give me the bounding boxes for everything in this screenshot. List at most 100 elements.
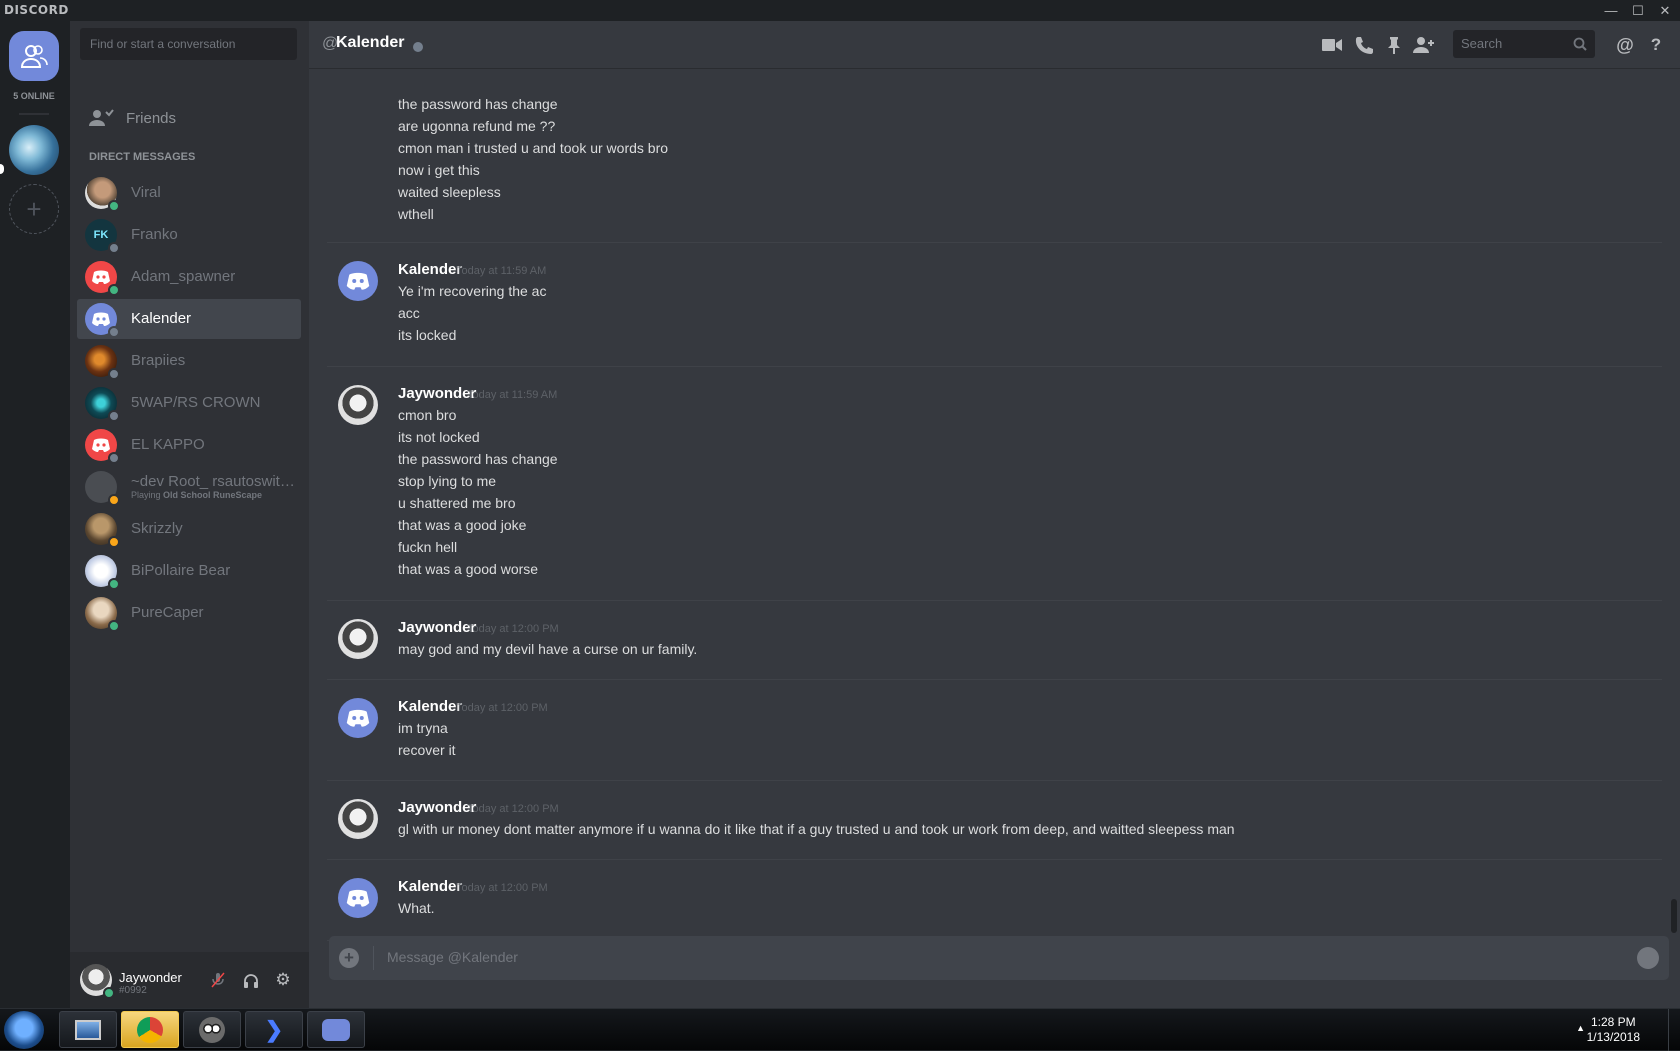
mentions-button[interactable]: @ <box>1614 34 1636 56</box>
video-call-button[interactable] <box>1321 34 1343 56</box>
dm-name: EL KAPPO <box>131 437 205 453</box>
dm-sidebar: Find or start a conversation Friends DIR… <box>70 21 309 1008</box>
chat-area: @ Kalender Search @ ? the password has c… <box>309 21 1680 1008</box>
voice-call-button[interactable] <box>1353 34 1375 56</box>
search-input[interactable]: Search <box>1453 30 1595 58</box>
clock-time: 1:28 PM <box>1590 1015 1636 1029</box>
composer-divider <box>373 946 374 970</box>
message-avatar[interactable] <box>338 619 378 659</box>
message-avatar[interactable] <box>338 799 378 839</box>
maximize-icon[interactable]: ☐ <box>1626 0 1650 21</box>
chrome-icon <box>137 1016 163 1043</box>
dm-item-purecaper[interactable]: PureCaper <box>77 593 301 633</box>
taskbar-clock[interactable]: 1:28 PM 1/13/2018 <box>1587 1015 1640 1045</box>
dm-item-viral[interactable]: Viral <box>77 173 301 213</box>
dm-search-input[interactable]: Find or start a conversation <box>80 28 297 60</box>
owl-icon <box>199 1016 225 1043</box>
dm-item-el-kappo[interactable]: EL KAPPO <box>77 425 301 465</box>
status-offline <box>108 452 120 464</box>
message-author[interactable]: Kalender <box>398 878 462 895</box>
taskbar-discord[interactable] <box>307 1011 365 1048</box>
message-text: Ye i'm recovering the ac <box>398 283 547 299</box>
add-friend-to-dm-button[interactable] <box>1413 34 1435 56</box>
dm-item-5wap-rs-crown[interactable]: 5WAP/RS CROWN <box>77 383 301 423</box>
pinned-messages-button[interactable] <box>1383 34 1405 56</box>
add-server-button[interactable]: + <box>9 184 59 234</box>
dm-header: DIRECT MESSAGES <box>89 151 196 163</box>
message-avatar[interactable] <box>338 698 378 738</box>
status-idle <box>108 536 120 548</box>
message-group: Jaywonder Today at 11:59 AM cmon bro its… <box>327 368 1662 601</box>
avatar <box>85 345 120 380</box>
status-offline <box>108 326 120 338</box>
message-text: What. <box>398 900 435 916</box>
avatar <box>85 303 120 338</box>
dm-item-skrizzly[interactable]: Skrizzly <box>77 509 301 549</box>
message-author[interactable]: Jaywonder <box>398 799 476 816</box>
emoji-icon[interactable] <box>1637 947 1659 969</box>
message-text: now i get this <box>398 162 480 178</box>
message-text: that was a good joke <box>398 517 527 533</box>
close-icon[interactable]: ✕ <box>1653 0 1677 21</box>
dm-item-kalender[interactable]: Kalender <box>77 299 301 339</box>
help-icon: ? <box>1650 35 1662 54</box>
avatar <box>85 429 120 464</box>
search-placeholder: Search <box>1461 36 1503 51</box>
status-online <box>108 284 120 296</box>
dm-item-bipollaire-bear[interactable]: BiPollaire Bear <box>77 551 301 591</box>
taskbar-launcher[interactable]: ❯ <box>245 1011 303 1048</box>
message-avatar[interactable] <box>338 261 378 301</box>
upload-plus-icon[interactable]: + <box>339 948 359 968</box>
message-group: Kalender Today at 12:00 PM im tryna reco… <box>327 681 1662 781</box>
minimize-icon[interactable]: — <box>1599 0 1623 21</box>
message-text: waited sleepless <box>398 184 501 200</box>
message-author[interactable]: Jaywonder <box>398 385 476 402</box>
user-name: Jaywonder <box>119 970 182 985</box>
mute-mic-button[interactable] <box>208 970 228 990</box>
message-scrollbar[interactable] <box>1671 899 1677 933</box>
avatar: FK <box>85 219 120 254</box>
deafen-button[interactable] <box>241 970 261 990</box>
microphone-muted-icon <box>211 972 225 988</box>
taskbar-app[interactable] <box>183 1011 241 1048</box>
taskbar-explorer[interactable] <box>59 1011 117 1048</box>
message-timestamp: Today at 12:00 PM <box>467 623 559 635</box>
dm-item-dev-root[interactable]: ~dev Root_ rsautoswitch... Playing Old S… <box>77 467 301 507</box>
server-icon[interactable] <box>9 125 59 175</box>
dm-item-brapiies[interactable]: Brapiies <box>77 341 301 381</box>
message-composer[interactable]: + Message @Kalender <box>329 936 1669 980</box>
message-text: may god and my devil have a curse on ur … <box>398 641 698 657</box>
discord-logo-icon <box>346 272 370 290</box>
show-desktop-button[interactable] <box>1668 1009 1680 1051</box>
status-offline <box>108 410 120 422</box>
start-button[interactable] <box>4 1011 44 1049</box>
dm-name: BiPollaire Bear <box>131 563 231 579</box>
user-avatar[interactable] <box>80 964 115 999</box>
avatar <box>85 513 120 548</box>
at-icon: @ <box>1616 34 1634 55</box>
dm-item-adam-spawner[interactable]: Adam_spawner <box>77 257 301 297</box>
message-text: u shattered me bro <box>398 495 516 511</box>
dm-item-franko[interactable]: FK Franko <box>77 215 301 255</box>
dm-name: Franko <box>131 227 178 243</box>
message-avatar[interactable] <box>338 385 378 425</box>
chat-header: @ Kalender Search @ ? <box>309 21 1680 69</box>
status-online <box>108 620 120 632</box>
message-author[interactable]: Kalender <box>398 698 462 715</box>
dm-name: Adam_spawner <box>131 269 236 285</box>
message-avatar[interactable] <box>338 878 378 918</box>
message-author[interactable]: Kalender <box>398 261 462 278</box>
taskbar-chrome[interactable] <box>121 1011 179 1048</box>
message-list: the password has change are ugonna refun… <box>309 69 1680 943</box>
status-offline <box>108 242 120 254</box>
message-text: recover it <box>398 742 456 758</box>
friends-item[interactable]: Friends <box>78 98 301 138</box>
friends-home-button[interactable] <box>9 31 59 81</box>
user-settings-button[interactable]: ⚙ <box>273 970 293 990</box>
tray-expand-icon[interactable]: ▲ <box>1576 1023 1585 1033</box>
help-button[interactable]: ? <box>1645 34 1667 56</box>
discord-logo-icon <box>346 709 370 727</box>
headphones-icon <box>244 973 258 988</box>
message-input[interactable]: Message @Kalender <box>387 949 518 965</box>
message-author[interactable]: Jaywonder <box>398 619 476 636</box>
